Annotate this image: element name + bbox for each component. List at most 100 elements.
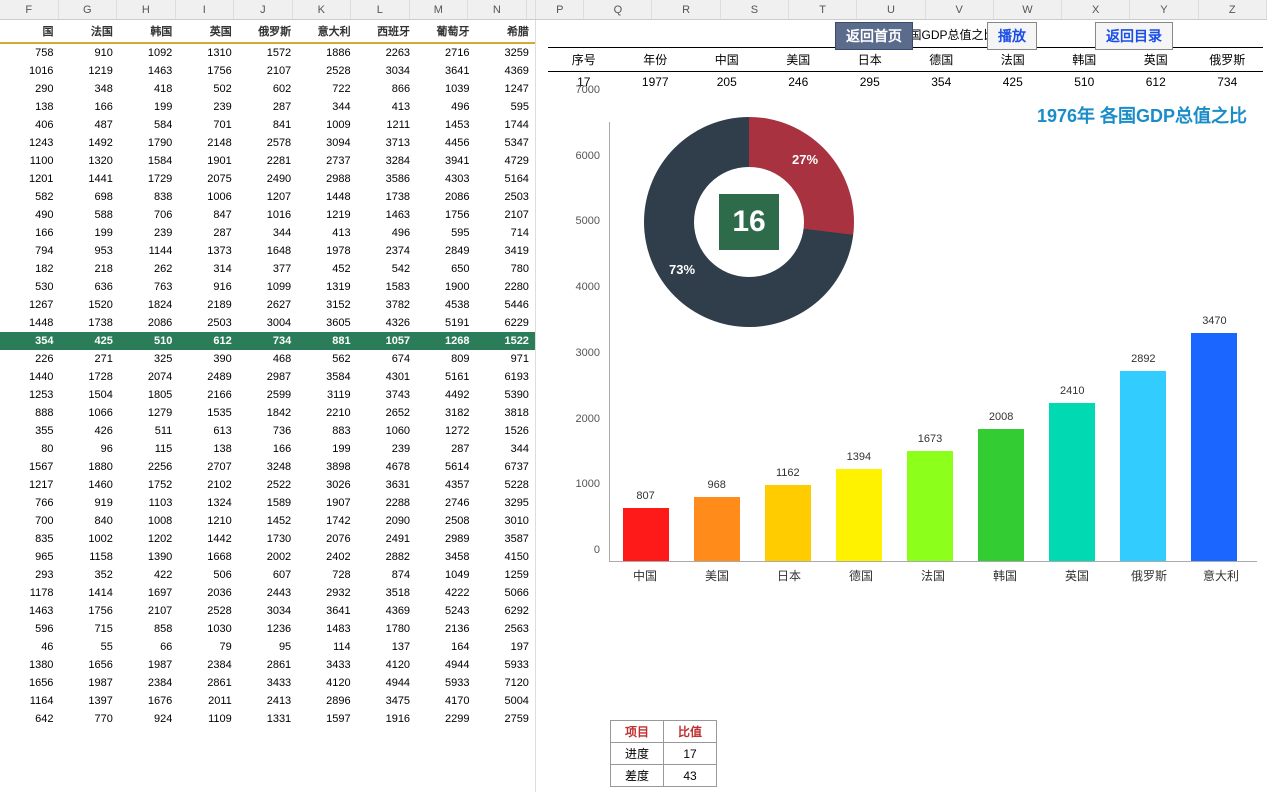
table-cell: 6193 [476, 371, 535, 383]
table-cell: 2166 [178, 389, 237, 401]
column-header[interactable]: I [176, 0, 235, 19]
table-row[interactable]: 8096115138166199239287344 [0, 440, 535, 458]
table-row[interactable]: 7008401008121014521742209025083010 [0, 512, 535, 530]
column-header[interactable]: W [994, 0, 1062, 19]
column-header[interactable]: L [351, 0, 410, 19]
table-cell: 1572 [238, 47, 297, 59]
table-row[interactable]: 582698838100612071448173820862503 [0, 188, 535, 206]
table-cell: 714 [476, 227, 535, 239]
bar: 2892 [1120, 371, 1166, 561]
column-header[interactable]: X [1062, 0, 1130, 19]
table-row[interactable]: 138166199239287344413496595 [0, 98, 535, 116]
table-cell: 2988 [297, 173, 356, 185]
table-row[interactable]: 53063676391610991319158319002280 [0, 278, 535, 296]
table-row[interactable]: 88810661279153518422210265231823818 [0, 404, 535, 422]
table-cell: 166 [0, 227, 59, 239]
table-header-cell: 西班牙 [357, 23, 416, 39]
table-row[interactable]: 354425510612734881105712681522 [0, 332, 535, 350]
column-header[interactable] [527, 0, 537, 19]
table-cell: 2075 [178, 173, 237, 185]
table-cell: 2413 [238, 695, 297, 707]
column-header[interactable]: Z [1199, 0, 1267, 19]
table-row[interactable]: 166199239287344413496595714 [0, 224, 535, 242]
column-header[interactable]: G [59, 0, 118, 19]
bar: 3470 [1191, 333, 1237, 561]
table-cell: 4222 [416, 587, 475, 599]
table-row[interactable]: 116413971676201124132896347541705004 [0, 692, 535, 710]
table-cell: 2136 [416, 623, 475, 635]
table-row[interactable]: 120114411729207524902988358643035164 [0, 170, 535, 188]
table-cell: 3284 [357, 155, 416, 167]
table-cell: 1008 [119, 515, 178, 527]
column-header[interactable]: K [293, 0, 352, 19]
table-cell: 5390 [476, 389, 535, 401]
back-home-button[interactable]: 返回首页 [835, 22, 913, 50]
table-row[interactable]: 110013201584190122812737328439414729 [0, 152, 535, 170]
table-cell: 1268 [416, 335, 475, 347]
table-row[interactable]: 165619872384286134334120494459337120 [0, 674, 535, 692]
table-cell: 1390 [119, 551, 178, 563]
table-cell: 1253 [0, 389, 59, 401]
table-cell: 3641 [416, 65, 475, 77]
column-header[interactable]: T [789, 0, 857, 19]
back-menu-button[interactable]: 返回目录 [1095, 22, 1173, 50]
x-label: 韩国 [969, 567, 1041, 584]
column-header[interactable]: P [536, 0, 584, 19]
column-header[interactable]: S [721, 0, 789, 19]
y-tick: 6000 [576, 150, 600, 162]
column-header[interactable]: V [926, 0, 994, 19]
column-header[interactable]: Q [584, 0, 652, 19]
column-header[interactable]: F [0, 0, 59, 19]
table-cell: 262 [119, 263, 178, 275]
table-row[interactable]: 4655667995114137164197 [0, 638, 535, 656]
summary-header: 法国 [977, 48, 1049, 71]
table-row[interactable]: 355426511613736883106012721526 [0, 422, 535, 440]
table-cell: 1756 [178, 65, 237, 77]
column-header[interactable]: J [234, 0, 293, 19]
table-cell: 3295 [476, 497, 535, 509]
table-row[interactable]: 144817382086250330043605432651916229 [0, 314, 535, 332]
table-row[interactable]: 29335242250660772887410491259 [0, 566, 535, 584]
table-row[interactable]: 96511581390166820022402288234584150 [0, 548, 535, 566]
table-cell: 2002 [238, 551, 297, 563]
table-row[interactable]: 29034841850260272286610391247 [0, 80, 535, 98]
table-cell: 1320 [59, 155, 118, 167]
table-row[interactable]: 49058870684710161219146317562107 [0, 206, 535, 224]
table-row[interactable]: 182218262314377452542650780 [0, 260, 535, 278]
table-row[interactable]: 144017282074248929873584430151616193 [0, 368, 535, 386]
column-header[interactable]: Y [1130, 0, 1198, 19]
table-row[interactable]: 83510021202144217302076249129893587 [0, 530, 535, 548]
table-cell: 1752 [119, 479, 178, 491]
column-header[interactable]: M [410, 0, 469, 19]
column-header[interactable]: H [117, 0, 176, 19]
table-row[interactable]: 226271325390468562674809971 [0, 350, 535, 368]
table-row[interactable]: 7949531144137316481978237428493419 [0, 242, 535, 260]
table-cell: 1730 [238, 533, 297, 545]
table-row[interactable]: 125315041805216625993119374344925390 [0, 386, 535, 404]
table-row[interactable]: 7669191103132415891907228827463295 [0, 494, 535, 512]
column-header[interactable]: N [468, 0, 527, 19]
table-cell: 1483 [297, 623, 356, 635]
table-cell: 3941 [416, 155, 475, 167]
table-row[interactable]: 596715858103012361483178021362563 [0, 620, 535, 638]
table-cell: 487 [59, 119, 118, 131]
table-row[interactable]: 138016561987238428613433412049445933 [0, 656, 535, 674]
table-row[interactable]: 642770924110913311597191622992759 [0, 710, 535, 728]
column-header[interactable]: R [652, 0, 720, 19]
play-button[interactable]: 播放 [987, 22, 1037, 50]
table-row[interactable]: 156718802256270732483898467856146737 [0, 458, 535, 476]
table-row[interactable]: 124314921790214825783094371344565347 [0, 134, 535, 152]
table-row[interactable]: 101612191463175621072528303436414369 [0, 62, 535, 80]
table-cell: 1676 [119, 695, 178, 707]
table-cell: 838 [119, 191, 178, 203]
table-header-cell: 意大利 [297, 23, 356, 39]
table-row[interactable]: 121714601752210225223026363143575228 [0, 476, 535, 494]
table-row[interactable]: 126715201824218926273152378245385446 [0, 296, 535, 314]
column-header[interactable]: U [857, 0, 925, 19]
table-cell: 4303 [416, 173, 475, 185]
table-row[interactable]: 117814141697203624432932351842225066 [0, 584, 535, 602]
table-row[interactable]: 7589101092131015721886226327163259 [0, 44, 535, 62]
table-row[interactable]: 146317562107252830343641436952436292 [0, 602, 535, 620]
table-cell: 1756 [59, 605, 118, 617]
table-row[interactable]: 4064875847018411009121114531744 [0, 116, 535, 134]
